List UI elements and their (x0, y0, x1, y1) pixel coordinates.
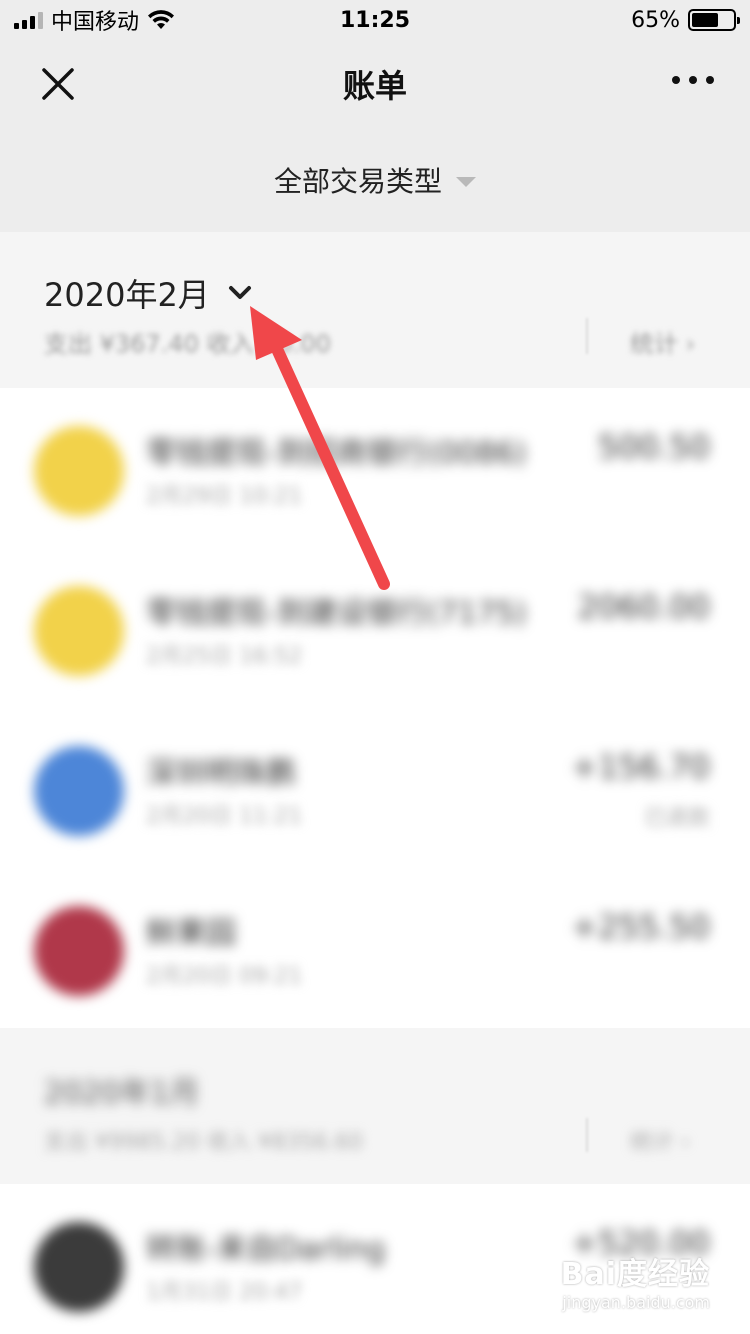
status-bar: 中国移动 11:25 65% (0, 0, 750, 40)
watermark-main: Bai度经验 (560, 1257, 710, 1292)
divider (586, 318, 588, 354)
watermark-sub: jingyan.baidu.com (562, 1293, 710, 1312)
transaction-type-filter[interactable]: 全部交易类型 (0, 140, 750, 220)
nav-bar: 账单 (0, 40, 750, 128)
transaction-title: 零钱提现-到建设银行(7175) (146, 596, 527, 631)
month-label-2[interactable]: 2020年1月 (44, 1068, 199, 1112)
transaction-time: 2月29日 10:21 (146, 484, 303, 509)
transaction-row[interactable]: 鲜果园 2月20日 09:21 +255.50 (0, 868, 750, 1028)
transaction-list: 零钱提现-到招商银行(0086) 2月29日 10:21 500.50 零钱提现-到建… (0, 388, 750, 1028)
merchant-avatar (34, 746, 124, 836)
chevron-down-icon (228, 286, 251, 299)
transaction-row[interactable]: 深圳明珠鹏 2月20日 11:21 +156.70 已退款 (0, 708, 750, 868)
close-icon[interactable] (38, 64, 78, 104)
transaction-title: 转账-来自Darling (146, 1232, 386, 1267)
transaction-row[interactable]: 零钱提现-到招商银行(0086) 2月29日 10:21 500.50 (0, 388, 750, 548)
merchant-avatar (34, 1222, 124, 1312)
carrier-label: 中国移动 (51, 10, 140, 35)
merchant-avatar (34, 426, 124, 516)
month-summary-2: 支出 ¥9985.20 收入 ¥8356.60 (44, 1130, 363, 1155)
transaction-time: 2月25日 16:52 (146, 644, 303, 669)
more-icon[interactable] (672, 76, 714, 84)
signal-icon (14, 11, 43, 29)
transaction-amount: 2060.00 (577, 588, 710, 626)
merchant-avatar (34, 586, 124, 676)
triangle-down-icon (456, 177, 476, 187)
transaction-time: 2月20日 11:21 (146, 804, 303, 829)
month-summary: 支出 ¥367.40 收入 ¥0.00 (44, 330, 331, 358)
month-selector[interactable]: 2020年2月 (44, 270, 252, 316)
battery-percent: 65% (631, 7, 680, 33)
transaction-amount: +156.70 (571, 748, 710, 786)
filter-label: 全部交易类型 (273, 165, 442, 198)
battery-fill (692, 13, 718, 27)
transaction-title: 深圳明珠鹏 (146, 756, 296, 791)
transaction-title: 零钱提现-到招商银行(0086) (146, 436, 527, 471)
transaction-note: 已退款 (643, 806, 710, 831)
month-header: 2020年2月 支出 ¥367.40 收入 ¥0.00 统计 › (0, 232, 750, 388)
status-left: 中国移动 (14, 4, 175, 36)
month-header-2: 2020年1月 支出 ¥9985.20 收入 ¥8356.60 统计 › (0, 1028, 750, 1184)
transaction-title: 鲜果园 (146, 916, 236, 951)
transaction-amount: +255.50 (571, 908, 710, 946)
transaction-amount: 500.50 (598, 428, 710, 466)
transaction-row[interactable]: 零钱提现-到建设银行(7175) 2月25日 16:52 2060.00 (0, 548, 750, 708)
stats-link[interactable]: 统计 › (630, 324, 695, 359)
divider (586, 1118, 588, 1152)
wifi-icon (148, 10, 175, 29)
transaction-time: 1月31日 20:47 (146, 1280, 303, 1305)
status-right: 65% (631, 7, 740, 33)
transaction-time: 2月20日 09:21 (146, 964, 303, 989)
bill-content: 2020年2月 支出 ¥367.40 收入 ¥0.00 统计 › 零钱提现-到招… (0, 232, 750, 1334)
page-title: 账单 (342, 67, 407, 105)
month-label: 2020年2月 (44, 276, 210, 314)
watermark: Bai度经验 jingyan.baidu.com (561, 1249, 710, 1312)
stats-link-2[interactable]: 统计 › (630, 1124, 690, 1156)
merchant-avatar (34, 906, 124, 996)
battery-icon (688, 9, 740, 31)
